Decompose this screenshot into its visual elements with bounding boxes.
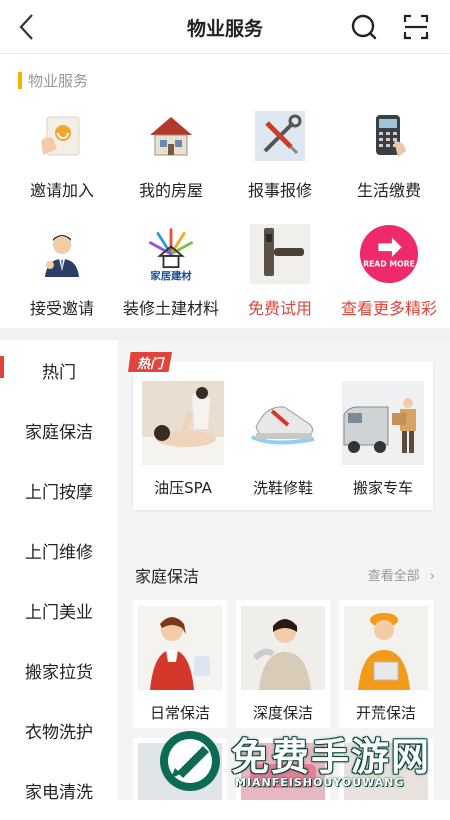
category-item[interactable]: 搬家拉货 bbox=[0, 640, 118, 700]
service-label: 我的房屋 bbox=[138, 181, 203, 200]
service-card-deep-cleaning[interactable]: 深度保洁 bbox=[236, 600, 330, 728]
cleaner-photo bbox=[138, 606, 222, 690]
category-label: 家庭保洁 bbox=[25, 422, 93, 443]
house-icon bbox=[141, 106, 201, 166]
view-all-link[interactable]: 查看全部 › bbox=[368, 565, 435, 584]
watermark-subtext: MIANFEISHOUYOUWANG bbox=[235, 776, 405, 789]
service-label: 接受邀请 bbox=[29, 299, 94, 318]
service-card-label: 深度保洁 bbox=[252, 704, 313, 722]
hot-item-label: 搬家专车 bbox=[352, 479, 413, 497]
service-free-trial[interactable]: 免费试用 bbox=[224, 224, 336, 334]
watermark-text: 免费手游网 bbox=[231, 735, 432, 779]
invite-card-icon bbox=[32, 106, 92, 166]
search-icon[interactable] bbox=[349, 12, 379, 42]
section-accent-bar bbox=[18, 71, 22, 89]
category-label: 上门按摩 bbox=[25, 482, 93, 503]
hot-card: 油压SPA 洗鞋修鞋 搬家专车 bbox=[133, 362, 433, 510]
service-building-materials[interactable]: 家居建材 装修土建材料 bbox=[115, 224, 227, 334]
cleaning-section-title: 家庭保洁 bbox=[135, 567, 200, 586]
payment-terminal-icon bbox=[359, 106, 419, 166]
service-card-pioneer-cleaning[interactable]: 开荒保洁 bbox=[339, 600, 433, 728]
hot-item-moving[interactable]: 搬家专车 bbox=[339, 381, 427, 505]
property-section-header: 物业服务 bbox=[18, 70, 88, 90]
read-more-text: READ MORE bbox=[363, 260, 415, 269]
category-label: 衣物洗护 bbox=[25, 722, 93, 743]
service-read-more[interactable]: READ MORE 查看更多精彩 bbox=[333, 224, 445, 334]
scan-icon[interactable] bbox=[401, 12, 431, 42]
service-accept-invite[interactable]: 接受邀请 bbox=[6, 224, 118, 334]
tools-icon bbox=[250, 106, 310, 166]
sneaker-photo bbox=[242, 381, 324, 465]
page-title: 物业服务 bbox=[186, 18, 263, 40]
category-item[interactable]: 衣物洗护 bbox=[0, 700, 118, 760]
section-title: 物业服务 bbox=[28, 71, 89, 90]
cleaning-section-header: 家庭保洁 查看全部 › bbox=[133, 562, 435, 586]
person-icon bbox=[32, 224, 92, 284]
read-more-icon: READ MORE bbox=[359, 224, 419, 284]
hot-item-shoes[interactable]: 洗鞋修鞋 bbox=[239, 381, 327, 505]
category-item[interactable]: 上门维修 bbox=[0, 520, 118, 580]
category-label: 上门维修 bbox=[25, 542, 93, 563]
worker-photo bbox=[344, 606, 428, 690]
hot-item-spa[interactable]: 油压SPA bbox=[139, 381, 227, 505]
top-bar: 物业服务 bbox=[0, 0, 450, 54]
category-item[interactable]: 上门按摩 bbox=[0, 460, 118, 520]
service-label: 报事报修 bbox=[247, 181, 312, 200]
category-label: 家电清洗 bbox=[25, 782, 93, 803]
category-item[interactable]: 家电清洗 bbox=[0, 760, 118, 820]
watermark: 免费手游网 MIANFEISHOUYOUWANG bbox=[155, 724, 445, 800]
service-bill-payment[interactable]: 生活缴费 bbox=[333, 106, 445, 216]
chevron-right-icon: › bbox=[429, 569, 435, 584]
service-label: 生活缴费 bbox=[356, 181, 421, 200]
category-item-active[interactable]: 热门 bbox=[0, 340, 118, 400]
category-item[interactable]: 上门美业 bbox=[0, 580, 118, 640]
service-card-label: 日常保洁 bbox=[149, 704, 210, 722]
cleaner-duster-photo bbox=[241, 606, 325, 690]
service-label: 装修土建材料 bbox=[122, 299, 219, 318]
hot-tag: 热门 bbox=[128, 352, 172, 372]
view-all-label: 查看全部 bbox=[367, 569, 420, 584]
building-materials-logo: 家居建材 bbox=[141, 224, 201, 284]
section-divider bbox=[0, 328, 450, 340]
service-repair[interactable]: 报事报修 bbox=[224, 106, 336, 216]
hot-item-label: 洗鞋修鞋 bbox=[252, 479, 313, 497]
service-card-daily-cleaning[interactable]: 日常保洁 bbox=[133, 600, 227, 728]
category-menu: 热门 家庭保洁 上门按摩 上门维修 上门美业 搬家拉货 衣物洗护 家电清洗 bbox=[0, 340, 118, 803]
service-my-house[interactable]: 我的房屋 bbox=[115, 106, 227, 216]
service-label: 邀请加入 bbox=[29, 181, 94, 200]
service-label: 免费试用 bbox=[247, 299, 312, 318]
service-invite[interactable]: 邀请加入 bbox=[6, 106, 118, 216]
service-card-label: 开荒保洁 bbox=[355, 704, 416, 722]
watermark-logo-icon bbox=[155, 726, 225, 796]
service-label: 查看更多精彩 bbox=[340, 299, 437, 318]
category-label: 上门美业 bbox=[25, 602, 93, 623]
hot-item-label: 油压SPA bbox=[154, 479, 212, 497]
category-item[interactable]: 家庭保洁 bbox=[0, 400, 118, 460]
category-label: 搬家拉货 bbox=[25, 662, 93, 683]
spa-massage-photo bbox=[142, 381, 224, 465]
moving-van-photo bbox=[342, 381, 424, 465]
smart-lock-icon bbox=[250, 224, 310, 284]
category-label: 热门 bbox=[42, 362, 76, 383]
logo-text: 家居建材 bbox=[150, 269, 192, 282]
